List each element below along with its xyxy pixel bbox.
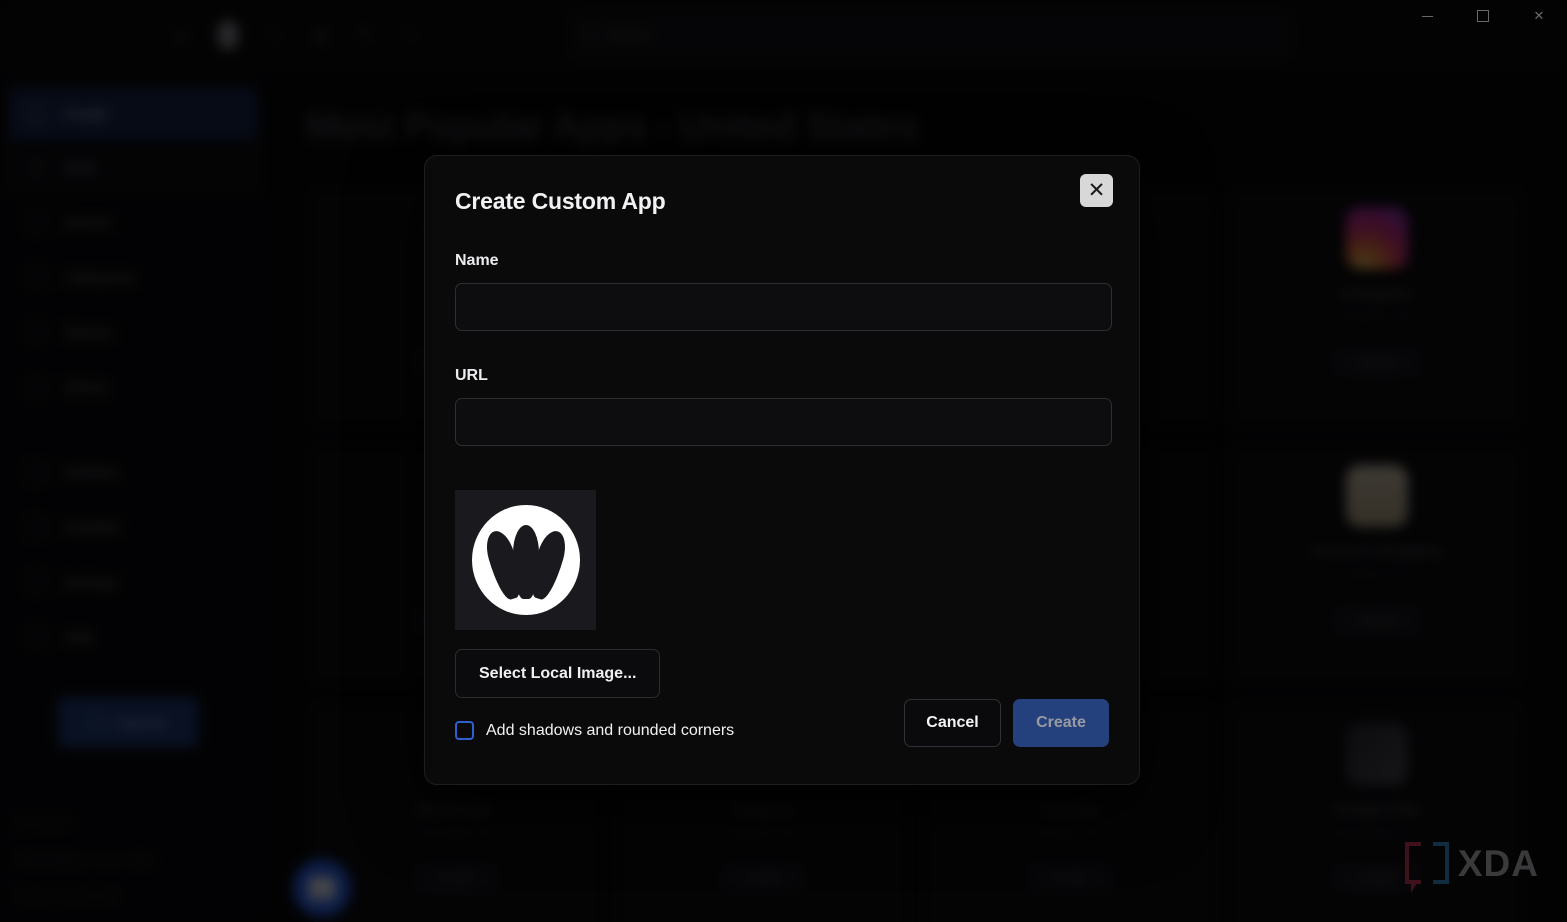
shadows-checkbox-label: Add shadows and rounded corners <box>486 722 734 740</box>
webcatalog-logo-icon <box>472 505 580 615</box>
dialog-title: Create Custom App <box>455 188 1109 215</box>
name-field-group: Name <box>455 252 1109 331</box>
select-local-image-button[interactable]: Select Local Image... <box>455 649 660 698</box>
icon-preview <box>455 490 596 630</box>
create-custom-app-dialog: Create Custom App ✕ Name URL Select Loca… <box>424 155 1140 785</box>
cancel-button[interactable]: Cancel <box>904 699 1001 747</box>
url-input[interactable] <box>455 398 1112 446</box>
close-icon[interactable]: ✕ <box>1080 174 1113 207</box>
create-button[interactable]: Create <box>1013 699 1109 747</box>
url-label: URL <box>455 367 1109 385</box>
name-input[interactable] <box>455 283 1112 331</box>
name-label: Name <box>455 252 1109 270</box>
url-field-group: URL <box>455 367 1109 446</box>
shadows-checkbox[interactable] <box>455 721 474 740</box>
dialog-actions: Cancel Create <box>904 699 1109 747</box>
app-window: ◀ ✦ ▦ ⚑ ☉ ⚲ Search Create Apps <box>0 0 1567 922</box>
